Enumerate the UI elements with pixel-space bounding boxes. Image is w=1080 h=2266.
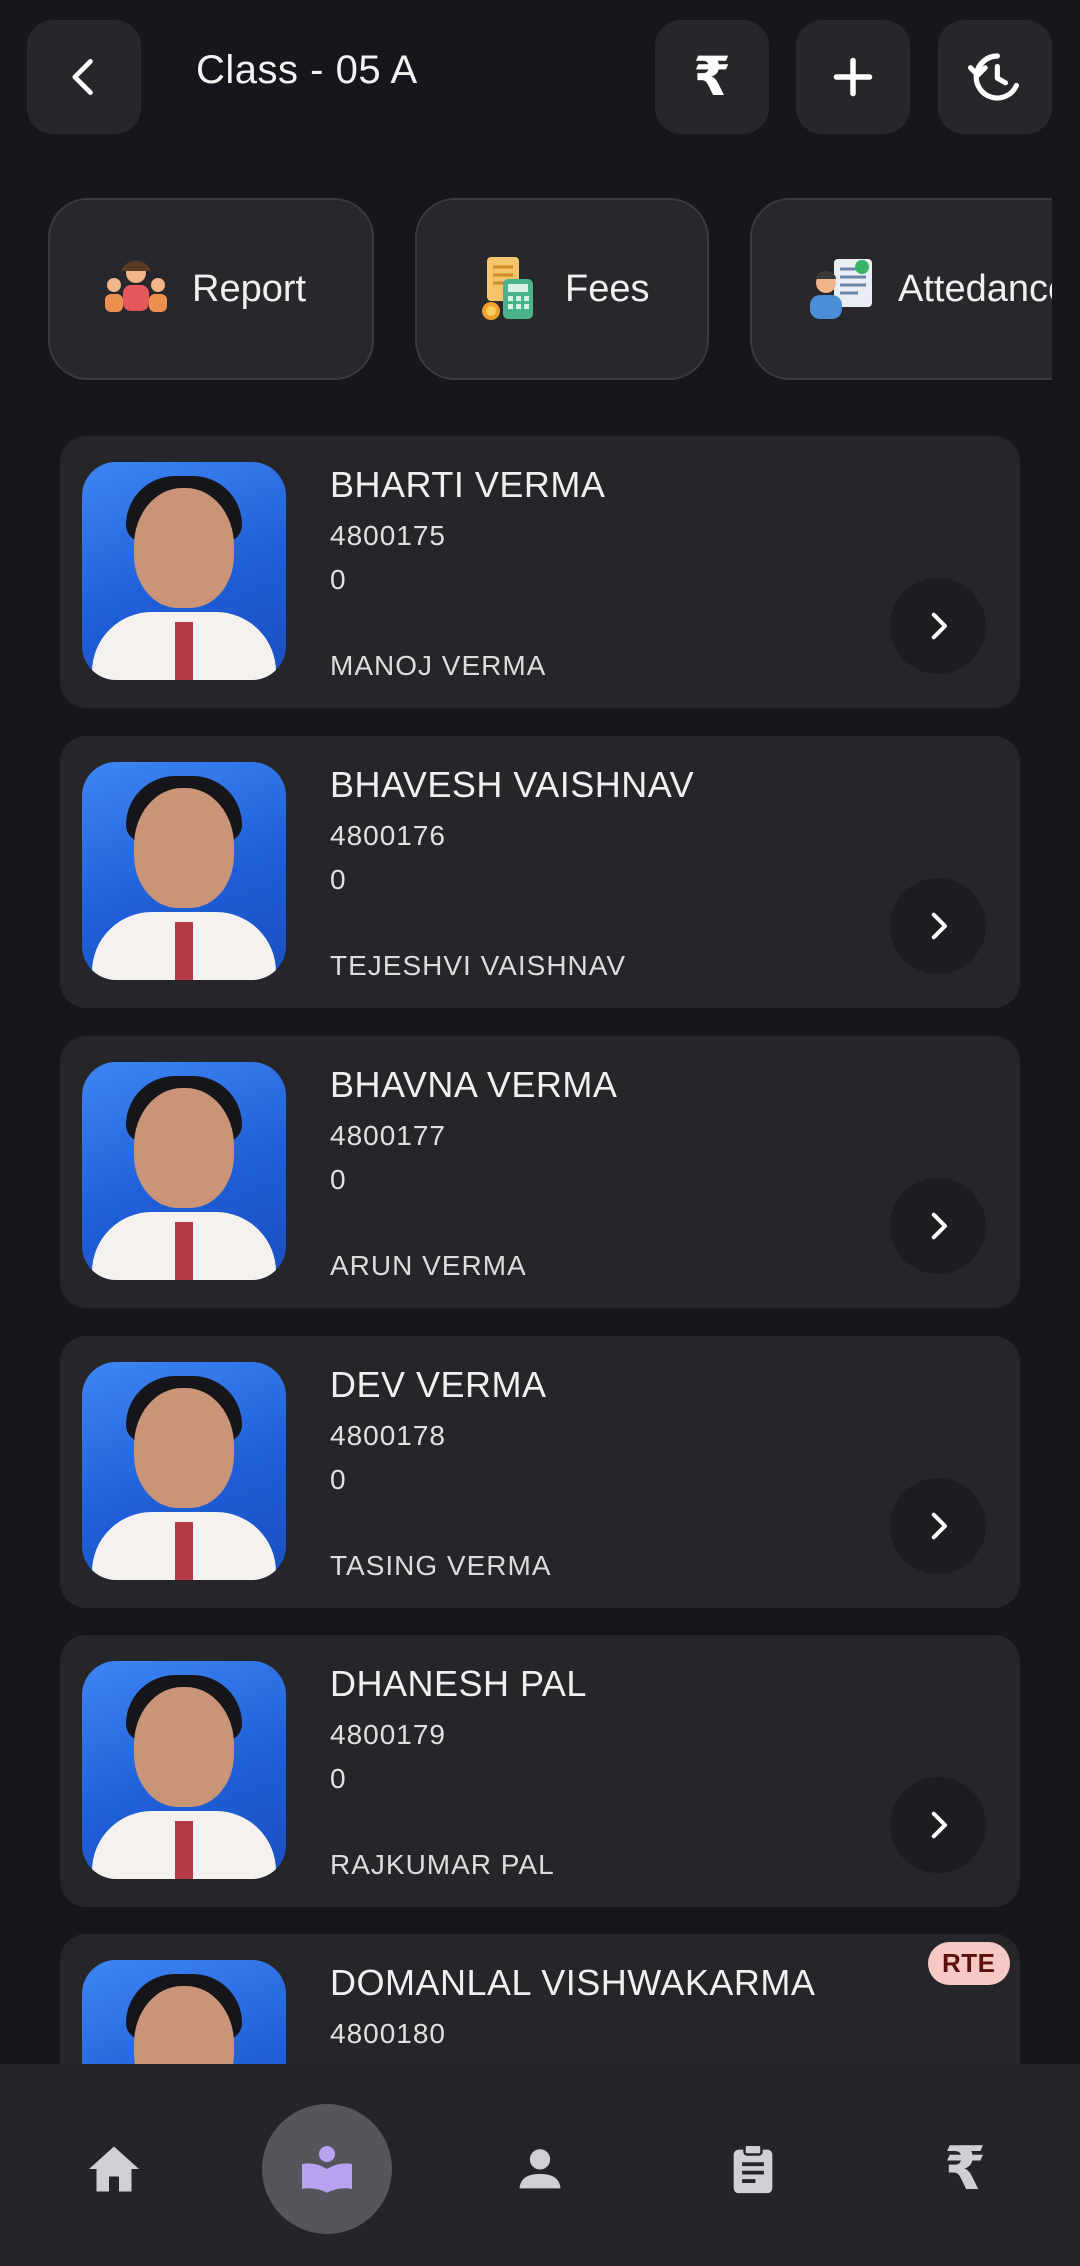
attendance-button[interactable]: Attedance (750, 198, 1052, 380)
student-card[interactable]: DHANESH PAL 4800179 0 RAJKUMAR PAL (60, 1635, 1020, 1907)
student-balance: 0 (330, 564, 346, 595)
open-student-button[interactable] (890, 878, 986, 974)
student-id: 4800179 (330, 1719, 447, 1750)
nav-home[interactable] (49, 2104, 179, 2234)
home-icon (89, 2146, 139, 2192)
student-balance: 0 (330, 864, 346, 895)
open-student-button[interactable] (890, 1478, 986, 1574)
open-student-button[interactable] (890, 1777, 986, 1873)
student-id: 4800176 (330, 820, 447, 851)
student-card[interactable]: DOMANLAL VISHWAKARMA 4800180 RTE (60, 1934, 1020, 2064)
student-card[interactable]: DEV VERMA 4800178 0 TASING VERMA (60, 1336, 1020, 1608)
chevron-right-icon (931, 1811, 948, 1839)
class-book-icon (302, 2146, 352, 2193)
student-id: 4800177 (330, 1120, 447, 1151)
plus-icon (833, 57, 873, 97)
student-name: BHAVNA VERMA (330, 1064, 618, 1105)
nav-class[interactable] (262, 2104, 392, 2234)
student-card[interactable]: BHARTI VERMA 4800175 0 MANOJ VERMA (60, 436, 1020, 708)
students-group-icon (100, 253, 172, 325)
student-balance: 0 (330, 1164, 346, 1195)
parent-name: ARUN VERMA (330, 1250, 527, 1281)
student-photo (82, 462, 286, 680)
fees-calculator-icon (473, 253, 545, 325)
open-student-button[interactable] (890, 1178, 986, 1274)
rupee-icon: ₹ (944, 2135, 986, 2202)
fees-action-button[interactable]: Fees (415, 198, 709, 380)
student-name: DOMANLAL VISHWAKARMA (330, 1962, 816, 2003)
student-photo (82, 1661, 286, 1879)
student-photo (82, 1062, 286, 1280)
nav-profile[interactable] (475, 2104, 605, 2234)
fees-button[interactable]: ₹ (655, 20, 769, 134)
clipboard-icon (733, 2143, 773, 2194)
chevron-right-icon (931, 912, 948, 940)
student-photo (82, 1362, 286, 1580)
page-title: Class - 05 A (196, 48, 418, 92)
rte-badge: RTE (928, 1942, 1010, 1985)
student-photo (82, 762, 286, 980)
student-card[interactable]: BHAVESH VAISHNAV 4800176 0 TEJESHVI VAIS… (60, 736, 1020, 1008)
report-button[interactable]: Report (48, 198, 374, 380)
rupee-icon: ₹ (693, 47, 731, 107)
student-id: 4800178 (330, 1420, 447, 1451)
parent-name: MANOJ VERMA (330, 650, 547, 681)
bottom-navigation: ₹ (0, 2064, 1080, 2266)
parent-name: TEJESHVI VAISHNAV (330, 950, 627, 981)
student-photo (82, 1960, 286, 2064)
student-card[interactable]: BHAVNA VERMA 4800177 0 ARUN VERMA (60, 1036, 1020, 1308)
student-name: DHANESH PAL (330, 1663, 587, 1704)
back-button[interactable] (27, 20, 141, 134)
fees-label: Fees (565, 267, 650, 310)
parent-name: RAJKUMAR PAL (330, 1849, 555, 1880)
student-balance: 0 (330, 1763, 346, 1794)
open-student-button[interactable] (890, 578, 986, 674)
student-id: 4800180 (330, 2018, 447, 2049)
chevron-right-icon (931, 612, 948, 640)
student-id: 4800175 (330, 520, 447, 551)
student-name: BHAVESH VAISHNAV (330, 764, 695, 805)
quick-actions-row: Report Fees Attedanc (0, 198, 1052, 380)
attendance-label: Attedance (898, 267, 1052, 310)
app-header: Class - 05 A ₹ (0, 0, 1080, 150)
back-arrow-icon (72, 59, 93, 95)
attendance-icon (806, 253, 878, 325)
report-label: Report (192, 267, 307, 310)
student-name: DEV VERMA (330, 1364, 547, 1405)
parent-name: TASING VERMA (330, 1550, 552, 1581)
chevron-right-icon (931, 1212, 948, 1240)
history-icon (967, 53, 1020, 101)
nav-assignments[interactable] (688, 2104, 818, 2234)
profile-icon (519, 2149, 561, 2189)
student-balance: 0 (330, 1464, 346, 1495)
chevron-right-icon (931, 1512, 948, 1540)
student-name: BHARTI VERMA (330, 464, 606, 505)
nav-fees[interactable]: ₹ (900, 2104, 1030, 2234)
history-button[interactable] (938, 20, 1052, 134)
add-student-button[interactable] (796, 20, 910, 134)
student-list: BHARTI VERMA 4800175 0 MANOJ VERMA BHAVE… (0, 436, 1080, 2064)
